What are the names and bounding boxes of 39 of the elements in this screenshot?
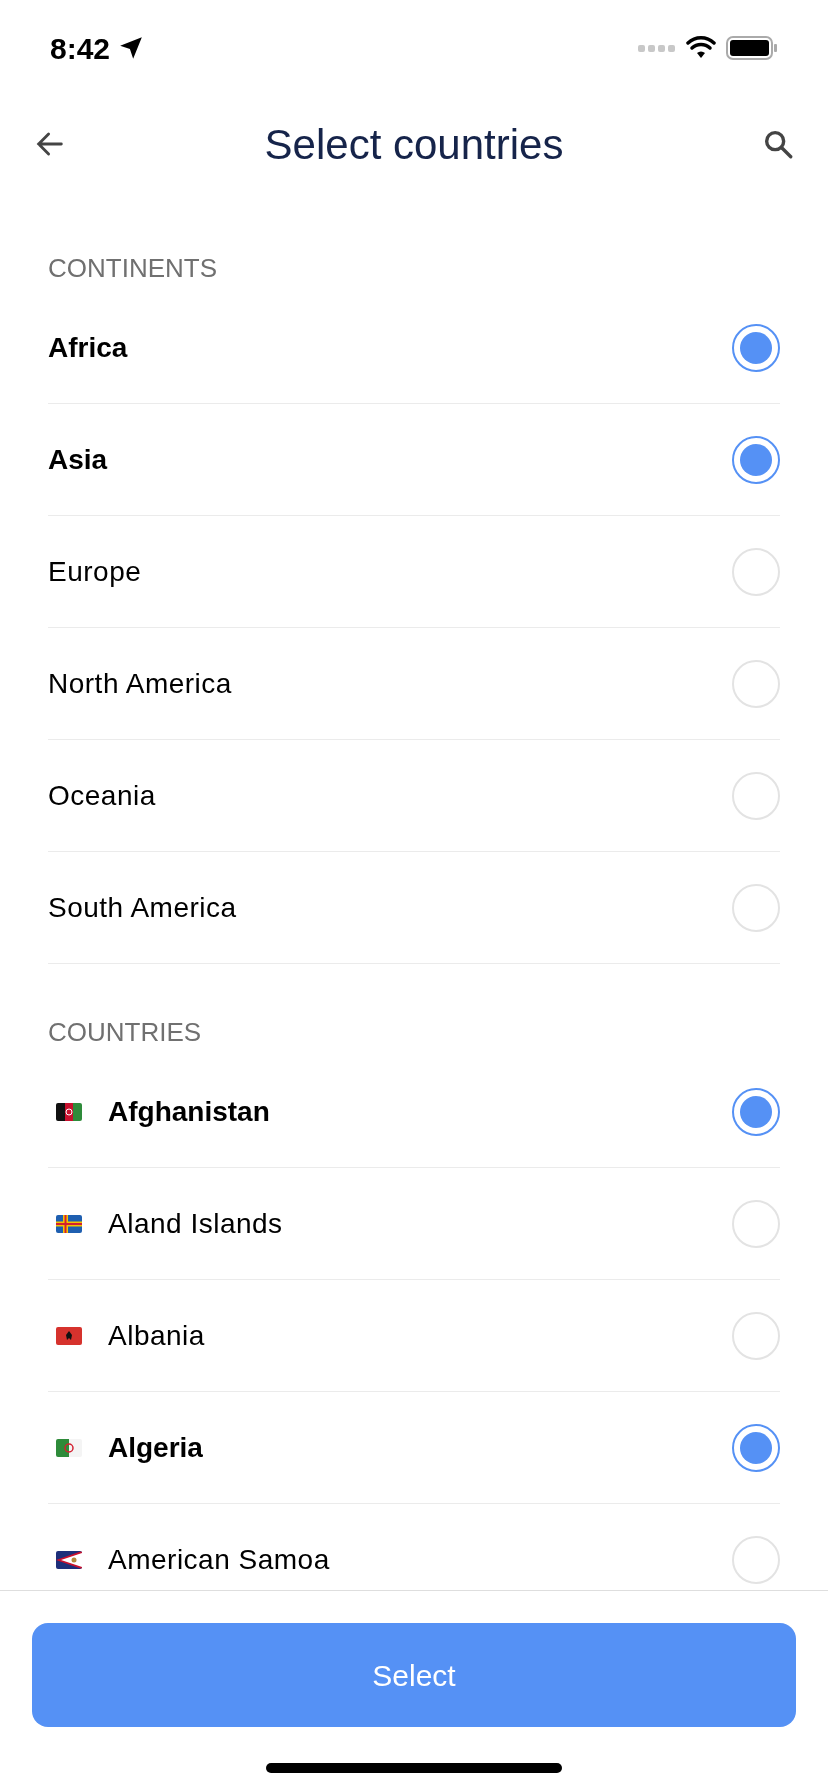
list-row[interactable]: Aland Islands	[48, 1168, 780, 1280]
battery-icon	[726, 35, 778, 61]
list-row[interactable]: Asia	[48, 404, 780, 516]
radio-button[interactable]	[732, 1087, 780, 1136]
row-label: Algeria	[108, 1430, 204, 1465]
list-row[interactable]: North America	[48, 628, 780, 740]
flag-icon	[56, 1326, 82, 1345]
list-row[interactable]: Afghanistan	[48, 1056, 780, 1168]
location-arrow-icon	[118, 35, 145, 61]
radio-button[interactable]	[732, 323, 780, 372]
list-row[interactable]: Europe	[48, 516, 780, 628]
row-label: Afghanistan	[108, 1094, 271, 1129]
page-title: Select countries	[264, 119, 564, 170]
section-heading: COUNTRIES	[48, 1016, 203, 1048]
row-label: Europe	[48, 554, 143, 589]
flag-icon	[56, 1550, 82, 1569]
row-label: Albania	[108, 1318, 206, 1353]
row-label: Africa	[48, 330, 129, 365]
row-label: American Samoa	[108, 1542, 331, 1577]
list-row[interactable]: Oceania	[48, 740, 780, 852]
row-label: Aland Islands	[108, 1206, 284, 1241]
wifi-icon	[686, 36, 716, 60]
row-label: Asia	[48, 442, 109, 477]
signal-icon	[638, 43, 676, 53]
list-row[interactable]: South America	[48, 852, 780, 964]
list-row[interactable]: Albania	[48, 1280, 780, 1392]
row-label: North America	[48, 666, 233, 701]
radio-button[interactable]	[732, 1423, 780, 1472]
flag-icon	[56, 1102, 82, 1121]
section-heading: CONTINENTS	[48, 252, 218, 284]
list-row[interactable]: Algeria	[48, 1392, 780, 1504]
row-label: Oceania	[48, 778, 157, 813]
list-row[interactable]: American Samoa	[48, 1504, 780, 1590]
flag-icon	[56, 1214, 82, 1233]
status-time: 8:42	[50, 30, 111, 67]
list-row[interactable]: Africa	[48, 292, 780, 404]
row-label: South America	[48, 890, 238, 925]
flag-icon	[56, 1438, 82, 1457]
radio-button[interactable]	[732, 435, 780, 484]
